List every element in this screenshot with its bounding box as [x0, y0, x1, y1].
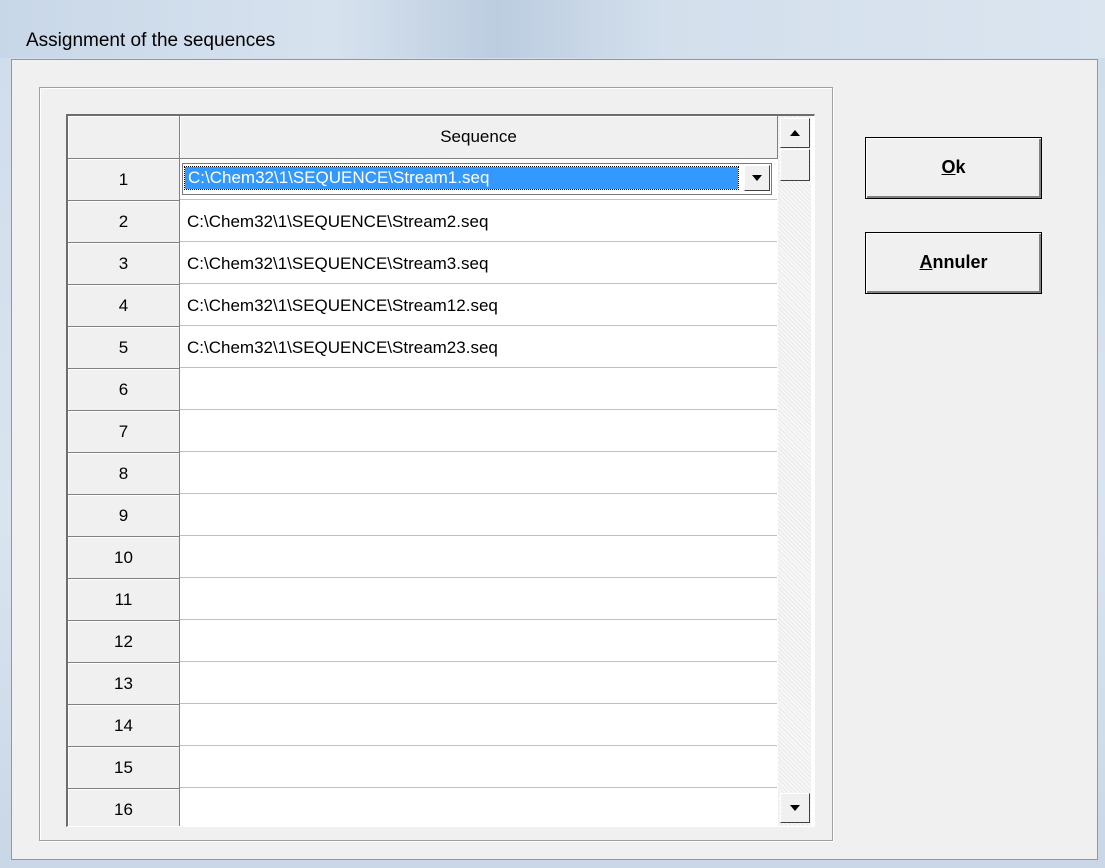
chevron-down-icon[interactable]	[744, 165, 770, 191]
sequence-grid[interactable]: Sequence 1 C:\Chem32\1\SEQUENCE\Stream1.s…	[66, 114, 815, 827]
sequence-cell[interactable]: C:\Chem32\1\SEQUENCE\Stream1.seq	[180, 159, 777, 200]
table-row[interactable]: 16	[68, 789, 778, 826]
row-number[interactable]: 4	[68, 285, 180, 327]
table-row[interactable]: 7	[68, 411, 778, 453]
column-header-sequence[interactable]: Sequence	[180, 116, 778, 159]
sequence-cell[interactable]: C:\Chem32\1\SEQUENCE\Stream2.seq	[180, 201, 777, 242]
sequence-dropdown[interactable]: C:\Chem32\1\SEQUENCE\Stream1.seq	[182, 163, 772, 195]
ok-button[interactable]: Ok	[865, 137, 1042, 199]
sequence-cell[interactable]	[180, 411, 777, 452]
table-row[interactable]: 1 C:\Chem32\1\SEQUENCE\Stream1.seq	[68, 159, 778, 201]
table-row[interactable]: 6	[68, 369, 778, 411]
table-row[interactable]: 8	[68, 453, 778, 495]
table-row[interactable]: 11	[68, 579, 778, 621]
row-number[interactable]: 2	[68, 201, 180, 243]
row-number[interactable]: 8	[68, 453, 180, 495]
sequence-cell[interactable]: C:\Chem32\1\SEQUENCE\Stream12.seq	[180, 285, 777, 326]
window-title: Assignment of the sequences	[26, 30, 276, 51]
table-row[interactable]: 12	[68, 621, 778, 663]
vertical-scrollbar[interactable]	[778, 116, 811, 826]
row-number[interactable]: 15	[68, 747, 180, 789]
grid-rows: 1 C:\Chem32\1\SEQUENCE\Stream1.seq 2 C:\Che…	[68, 159, 778, 826]
sequence-cell[interactable]	[180, 789, 777, 826]
row-number[interactable]: 6	[68, 369, 180, 411]
scrollbar-thumb[interactable]	[780, 149, 810, 181]
table-row[interactable]: 10	[68, 537, 778, 579]
sequence-cell[interactable]	[180, 705, 777, 746]
row-number[interactable]: 11	[68, 579, 180, 621]
sequence-cell[interactable]	[180, 453, 777, 494]
table-row[interactable]: 15	[68, 747, 778, 789]
row-number[interactable]: 5	[68, 327, 180, 369]
title-bar[interactable]: Assignment of the sequences	[0, 0, 1105, 58]
row-number[interactable]: 16	[68, 789, 180, 826]
row-number[interactable]: 3	[68, 243, 180, 285]
row-number[interactable]: 1	[68, 159, 180, 201]
sequence-cell[interactable]	[180, 747, 777, 788]
grid-corner-header	[68, 116, 180, 159]
row-number[interactable]: 14	[68, 705, 180, 747]
table-row[interactable]: 5 C:\Chem32\1\SEQUENCE\Stream23.seq	[68, 327, 778, 369]
table-row[interactable]: 9	[68, 495, 778, 537]
cancel-label-rest: nnuler	[932, 252, 988, 272]
table-row[interactable]: 3 C:\Chem32\1\SEQUENCE\Stream3.seq	[68, 243, 778, 285]
sequence-cell[interactable]	[180, 495, 777, 536]
table-row[interactable]: 4 C:\Chem32\1\SEQUENCE\Stream12.seq	[68, 285, 778, 327]
cancel-button[interactable]: Annuler	[865, 232, 1042, 294]
cancel-accelerator: A	[919, 252, 933, 272]
scroll-up-arrow-icon[interactable]	[780, 118, 810, 148]
sequence-cell[interactable]	[180, 663, 777, 704]
row-number[interactable]: 7	[68, 411, 180, 453]
table-row[interactable]: 2 C:\Chem32\1\SEQUENCE\Stream2.seq	[68, 201, 778, 243]
row-number[interactable]: 10	[68, 537, 180, 579]
table-row[interactable]: 14	[68, 705, 778, 747]
sequence-cell[interactable]	[180, 579, 777, 620]
scroll-down-arrow-icon[interactable]	[780, 793, 810, 823]
sequence-cell[interactable]	[180, 369, 777, 410]
sequence-cell[interactable]: C:\Chem32\1\SEQUENCE\Stream3.seq	[180, 243, 777, 284]
dialog-window: Assignment of the sequences Sequence 1 C:…	[0, 0, 1105, 868]
ok-accelerator: O	[941, 157, 956, 177]
table-row[interactable]: 13	[68, 663, 778, 705]
sequence-dropdown-value[interactable]: C:\Chem32\1\SEQUENCE\Stream1.seq	[184, 166, 739, 190]
row-number[interactable]: 12	[68, 621, 180, 663]
ok-label-rest: k	[955, 157, 966, 177]
row-number[interactable]: 13	[68, 663, 180, 705]
sequence-cell[interactable]	[180, 621, 777, 662]
sequence-cell[interactable]: C:\Chem32\1\SEQUENCE\Stream23.seq	[180, 327, 777, 368]
row-number[interactable]: 9	[68, 495, 180, 537]
sequence-cell[interactable]	[180, 537, 777, 578]
